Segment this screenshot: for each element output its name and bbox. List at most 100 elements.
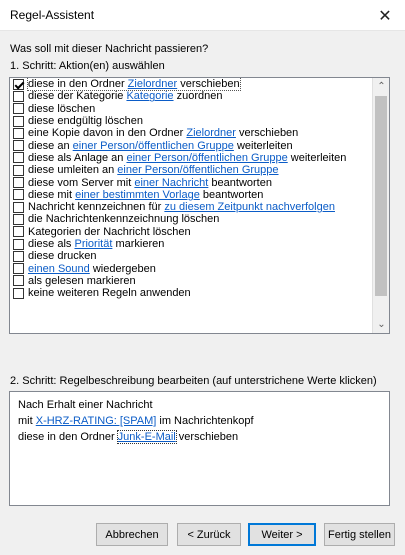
action-list-item[interactable]: als gelesen markieren (10, 275, 373, 287)
action-checkbox[interactable] (13, 127, 24, 139)
action-text: diese der Kategorie (28, 90, 127, 103)
action-text: verschieben (177, 78, 240, 91)
target-folder-link[interactable]: Junk-E-Mail (116, 430, 177, 444)
window-title: Regel-Assistent (10, 8, 95, 22)
action-label: einen Sound wiedergeben (28, 263, 156, 275)
action-list-item[interactable]: diese als Priorität markieren (10, 238, 373, 250)
action-value-link[interactable]: einer bestimmten Vorlage (75, 189, 200, 201)
actions-list: diese in den Ordner Zielordner verschieb… (10, 78, 373, 299)
action-checkbox[interactable] (13, 90, 24, 102)
action-text: diese in den Ordner (28, 78, 128, 91)
description-text: diese in den Ordner (18, 431, 118, 443)
next-button[interactable]: Weiter > (248, 523, 316, 546)
back-button[interactable]: < Zurück (177, 523, 241, 546)
action-checkbox[interactable] (13, 164, 24, 176)
cancel-button[interactable]: Abbrechen (96, 523, 168, 546)
action-label: diese als Anlage an einer Person/öffentl… (28, 152, 346, 164)
action-checkbox[interactable] (13, 177, 24, 189)
action-text: diese mit (28, 188, 76, 201)
action-text: wiedergeben (89, 262, 156, 275)
action-list-item[interactable]: diese endgültig löschen (10, 115, 373, 127)
action-label: diese in den Ordner Zielordner verschieb… (27, 78, 241, 92)
action-checkbox[interactable] (13, 152, 24, 164)
action-value-link[interactable]: Zielordner (186, 127, 236, 139)
action-list-item[interactable]: diese vom Server mit einer Nachricht bea… (10, 176, 373, 189)
action-label: diese umleiten an einer Person/öffentlic… (28, 164, 279, 176)
cancel-button-label: Abbrechen (105, 528, 159, 541)
action-value-link[interactable]: Kategorie (126, 90, 173, 102)
back-button-label: < Zurück (187, 528, 231, 541)
action-checkbox[interactable] (13, 140, 24, 152)
action-label: eine Kopie davon in den Ordner Zielordne… (28, 127, 298, 139)
actions-listbox[interactable]: diese in den Ordner Zielordner verschieb… (9, 77, 390, 334)
action-label: diese mit einer bestimmten Vorlage beant… (28, 189, 263, 201)
action-text: beantworten (208, 176, 272, 189)
header-value-link[interactable]: X-HRZ-RATING: [SPAM] (36, 415, 157, 427)
action-value-link[interactable]: zu diesem Zeitpunkt nachverfolgen (164, 201, 335, 213)
action-label: Kategorien der Nachricht löschen (28, 226, 191, 238)
action-label: keine weiteren Regeln anwenden (28, 287, 191, 299)
description-text: mit (18, 415, 36, 427)
action-text: weiterleiten (287, 151, 347, 164)
description-line-1: Nach Erhalt einer Nachricht (18, 397, 381, 413)
action-checkbox[interactable] (13, 78, 24, 90)
action-text: diese vom Server mit (28, 176, 135, 189)
action-list-item[interactable]: diese drucken (10, 250, 373, 262)
description-text: verschieben (175, 431, 239, 443)
action-list-item[interactable]: diese der Kategorie Kategorie zuordnen (10, 90, 373, 102)
next-button-label: Weiter > (261, 528, 303, 541)
action-checkbox[interactable] (13, 213, 24, 225)
action-list-item[interactable]: diese in den Ordner Zielordner verschieb… (10, 78, 373, 92)
close-icon[interactable]: ✕ (365, 0, 405, 31)
description-text: Nach Erhalt einer Nachricht (18, 399, 153, 411)
action-text: zuordnen (173, 90, 223, 103)
action-text: weiterleiten (233, 139, 293, 152)
action-list-item[interactable]: diese mit einer bestimmten Vorlage beant… (10, 189, 373, 201)
action-label: die Nachrichtenkennzeichnung löschen (28, 213, 219, 225)
action-list-item[interactable]: einen Sound wiedergeben (10, 262, 373, 275)
action-checkbox[interactable] (13, 103, 24, 115)
action-value-link[interactable]: einer Nachricht (134, 177, 208, 189)
action-value-link[interactable]: einen Sound (28, 263, 90, 275)
action-value-link[interactable]: Zielordner (128, 78, 178, 90)
action-text: eine Kopie davon in den Ordner (28, 127, 187, 140)
scroll-up-arrow-icon[interactable]: ⌃ (373, 78, 389, 95)
action-list-item[interactable]: diese löschen (10, 103, 373, 115)
action-checkbox[interactable] (13, 238, 24, 250)
action-list-item[interactable]: Nachricht kennzeichnen für zu diesem Zei… (10, 201, 373, 213)
action-list-item[interactable]: eine Kopie davon in den Ordner Zielordne… (10, 127, 373, 139)
action-checkbox[interactable] (13, 275, 24, 287)
action-checkbox[interactable] (13, 115, 24, 127)
action-checkbox[interactable] (13, 226, 24, 238)
scroll-thumb[interactable] (375, 96, 387, 296)
action-value-link[interactable]: einer Person/öffentlichen Gruppe (126, 152, 287, 164)
action-list-item[interactable]: diese als Anlage an einer Person/öffentl… (10, 152, 373, 164)
action-list-item[interactable]: Kategorien der Nachricht löschen (10, 226, 373, 238)
action-text: diese drucken (28, 250, 97, 263)
title-bar: Regel-Assistent ✕ (0, 0, 405, 31)
finish-button[interactable]: Fertig stellen (324, 523, 395, 546)
action-text: diese endgültig löschen (28, 115, 143, 128)
action-label: diese endgültig löschen (28, 115, 143, 127)
action-text: beantworten (199, 188, 264, 201)
step2-label: 2. Schritt: Regelbeschreibung bearbeiten… (10, 375, 377, 387)
action-checkbox[interactable] (13, 250, 24, 262)
action-text: diese löschen (28, 102, 96, 115)
action-value-link[interactable]: einer Person/öffentlichen Gruppe (73, 140, 234, 152)
action-list-item[interactable]: die Nachrichtenkennzeichnung löschen (10, 213, 373, 225)
question-label: Was soll mit dieser Nachricht passieren? (10, 43, 209, 55)
description-line-2: mit X-HRZ-RATING: [SPAM] im Nachrichtenk… (18, 413, 381, 429)
action-checkbox[interactable] (13, 287, 24, 299)
action-value-link[interactable]: Priorität (74, 238, 112, 250)
scroll-down-arrow-icon[interactable]: ⌄ (373, 316, 389, 333)
action-list-item[interactable]: keine weiteren Regeln anwenden (10, 287, 373, 299)
rule-description-box: Nach Erhalt einer Nachricht mit X-HRZ-RA… (9, 391, 390, 506)
action-checkbox[interactable] (13, 189, 24, 201)
action-value-link[interactable]: einer Person/öffentlichen Gruppe (117, 164, 278, 176)
action-list-item[interactable]: diese umleiten an einer Person/öffentlic… (10, 164, 373, 176)
action-checkbox[interactable] (13, 263, 24, 275)
action-text: Nachricht kennzeichnen für (28, 201, 165, 214)
action-list-item[interactable]: diese an einer Person/öffentlichen Grupp… (10, 139, 373, 152)
action-checkbox[interactable] (13, 201, 24, 213)
actions-scrollbar[interactable]: ⌃ ⌄ (372, 78, 389, 333)
